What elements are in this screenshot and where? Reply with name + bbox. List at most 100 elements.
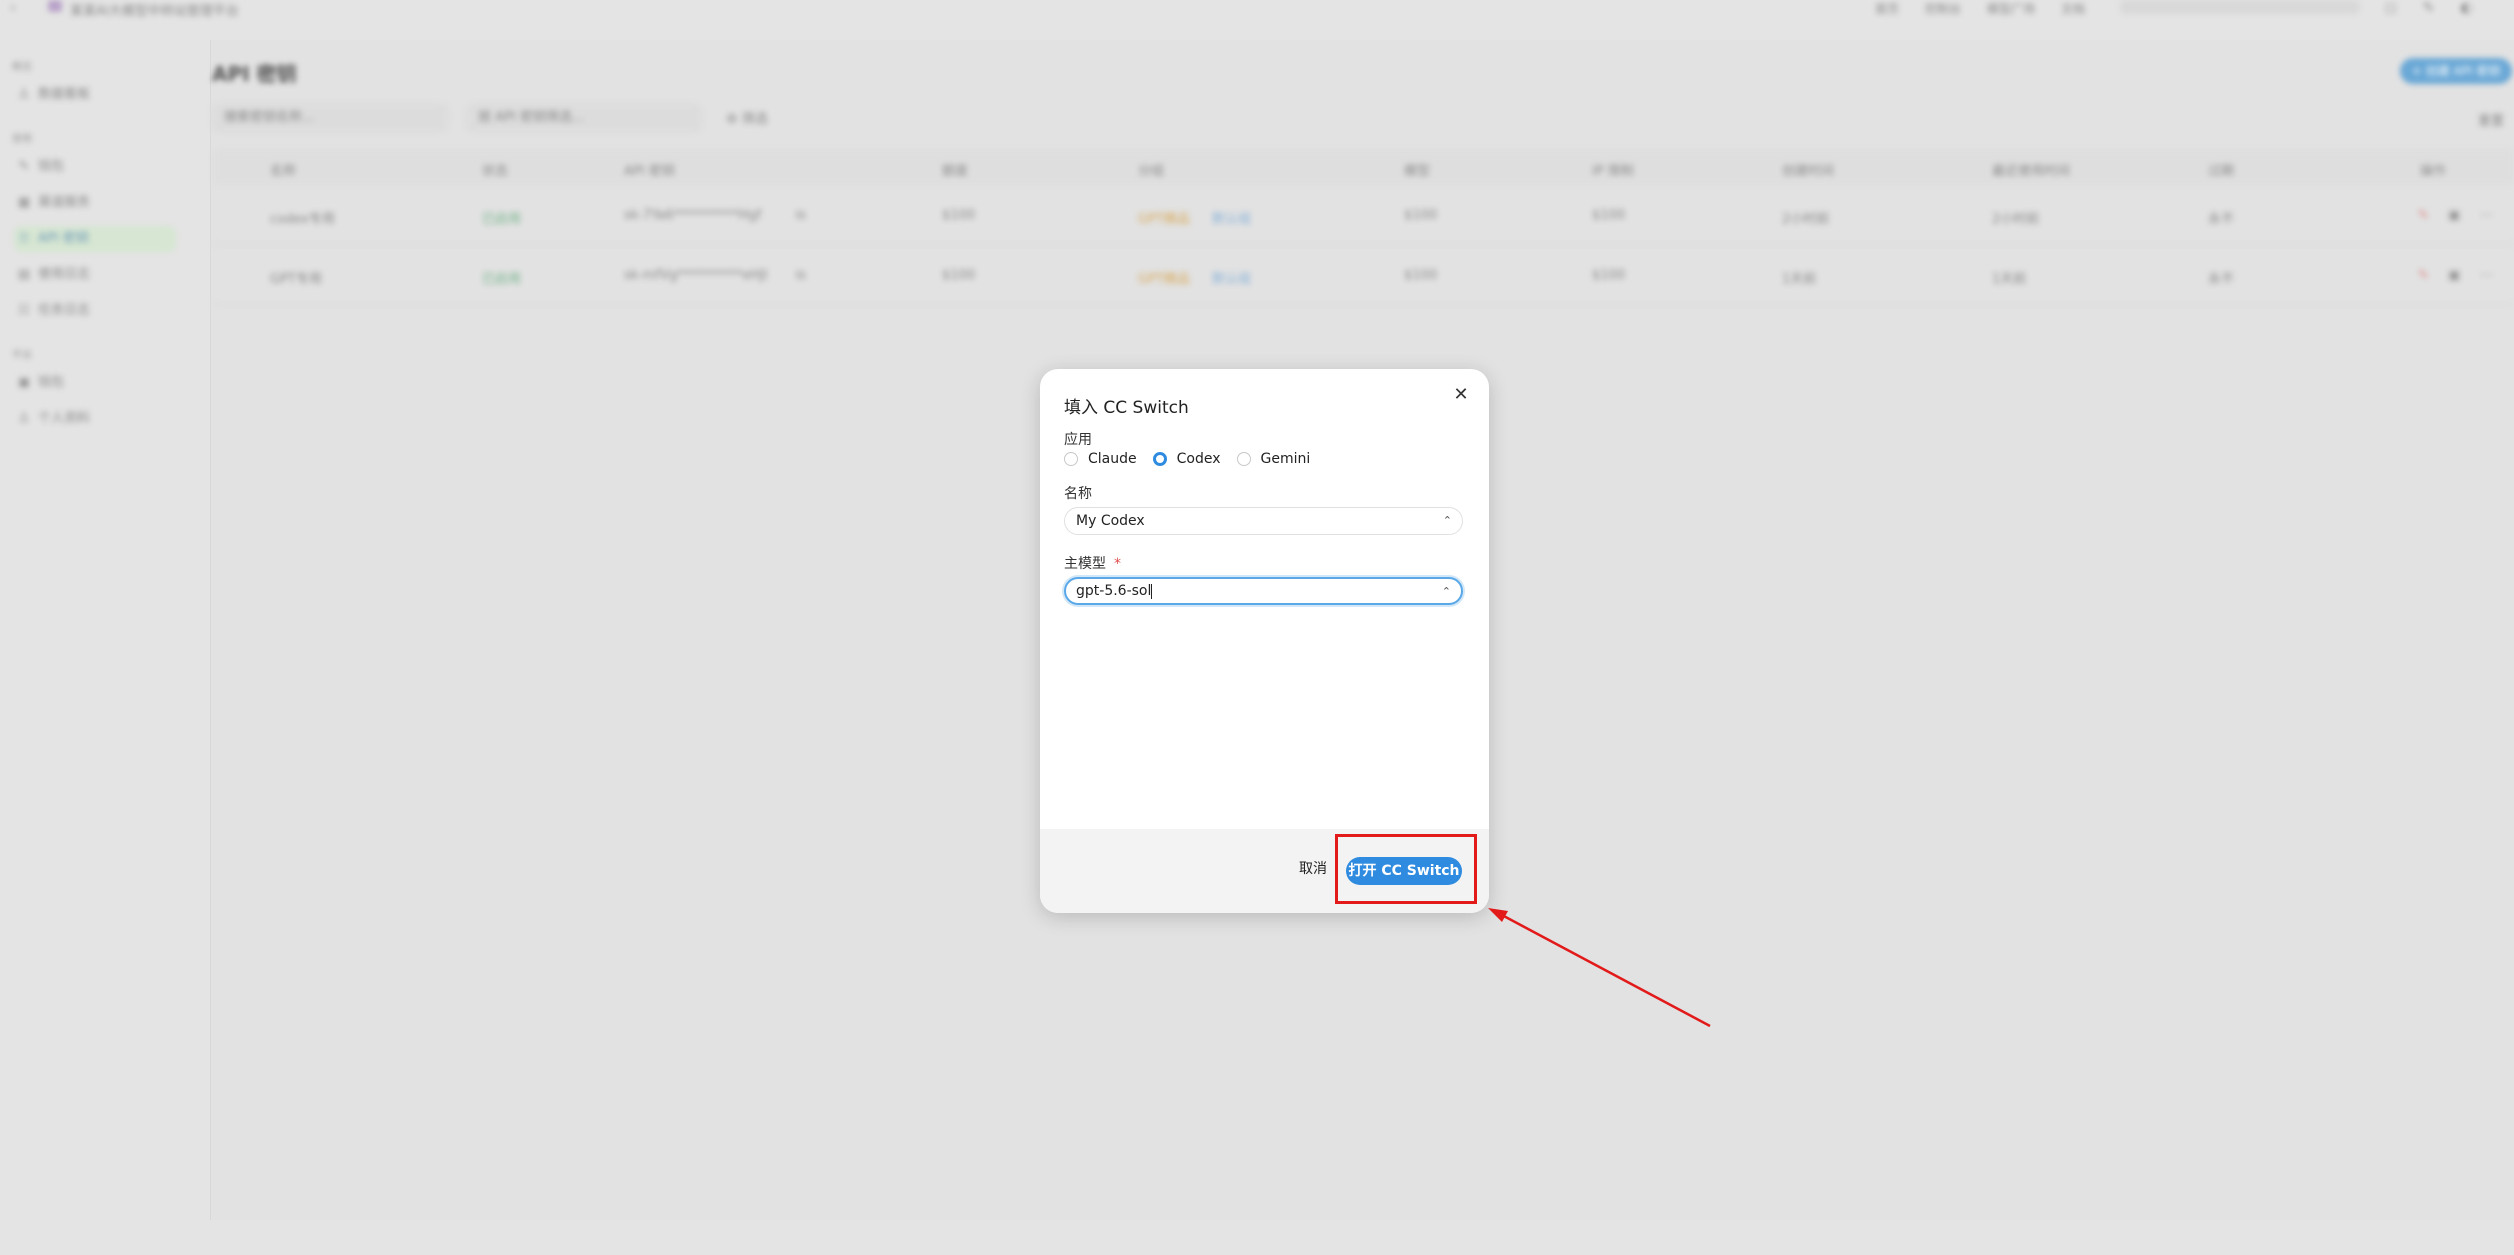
table-header xyxy=(214,150,2514,184)
sidebar-group-label: 概览 xyxy=(12,62,32,73)
name-select[interactable]: My Codex ⌃ xyxy=(1064,507,1463,535)
top-nav-item[interactable]: 文档 xyxy=(2061,0,2085,17)
radio-claude[interactable]: Claude xyxy=(1064,451,1137,467)
log-icon: ▤ xyxy=(17,267,31,282)
radio-codex[interactable]: Codex xyxy=(1152,451,1221,467)
top-nav-item[interactable]: 首页 xyxy=(1875,0,1899,17)
group-badge: GPT精品 xyxy=(1138,212,1190,227)
app-label: 应用 xyxy=(1064,432,1092,448)
group-badge: 默认组 xyxy=(1212,212,1252,227)
key-filter-input[interactable]: 按 API 密钥筛选... xyxy=(466,104,702,132)
dialog-title: 填入 CC Switch xyxy=(1064,398,1189,418)
wallet2-icon: ▣ xyxy=(17,375,31,390)
required-mark: * xyxy=(1114,556,1121,572)
radio-circle xyxy=(1152,452,1167,466)
quota-value: $100 xyxy=(942,208,976,223)
column-header: 最近使用时间 xyxy=(1992,164,2071,179)
copy-icon[interactable]: ⧉ xyxy=(796,208,805,223)
radio-gemini[interactable]: Gemini xyxy=(1236,451,1310,467)
close-icon[interactable]: ✕ xyxy=(1449,383,1473,407)
cc-switch-dialog: 填入 CC Switch ✕ 应用 Claude Codex Gemini 名称… xyxy=(1040,369,1489,913)
server-icon: ▦ xyxy=(17,195,31,210)
created-time: 1天前 xyxy=(1782,272,1817,287)
expire-value: 永不 xyxy=(2208,272,2235,287)
profile-icon: ♙ xyxy=(18,411,30,426)
column-header: 状态 xyxy=(482,164,509,179)
radio-circle xyxy=(1064,452,1078,466)
user-icon: ♙ xyxy=(18,87,30,102)
filter-button[interactable]: ⚙ 筛选 xyxy=(726,108,768,127)
status-badge: 已启用 xyxy=(482,212,522,227)
top-nav-item[interactable]: 控制台 xyxy=(1925,0,1961,17)
filter-icon: ⚙ xyxy=(726,112,742,127)
top-nav-item[interactable]: 模型广场 xyxy=(1987,0,2035,17)
app-name: 某某AI大模型中转站管理平台 xyxy=(70,4,239,19)
ip-value: $100 xyxy=(1592,268,1626,283)
app-logo xyxy=(48,0,62,12)
sidebar-group-label: 使用 xyxy=(12,134,32,145)
reset-link[interactable]: 重置 xyxy=(2478,110,2504,129)
group-badge: GPT精品 xyxy=(1138,272,1190,287)
sidebar-item-channels[interactable]: ▦ 渠道服务 xyxy=(14,190,176,216)
back-icon[interactable]: ‹ xyxy=(10,0,16,16)
wallet-icon: ✎ xyxy=(18,159,30,174)
create-key-button[interactable]: + 创建 API 密钥 xyxy=(2400,58,2512,84)
page-title: API 密钥 xyxy=(212,62,297,86)
status-badge: 已启用 xyxy=(482,272,522,287)
key-icon: ⚿ xyxy=(19,231,29,246)
quota-value: $100 xyxy=(942,268,976,283)
model-value: $100 xyxy=(1404,268,1438,283)
model-combobox[interactable]: gpt-5.6-sol ⌃ xyxy=(1064,577,1463,605)
sidebar-item-api-keys[interactable]: ⚿ API 密钥 xyxy=(14,226,176,252)
top-nav: 首页 控制台 模型广场 文档 xyxy=(1875,0,2085,17)
top-search-input[interactable] xyxy=(2120,0,2360,14)
sidebar-item-task-logs[interactable]: ☷ 任务日志 xyxy=(14,298,176,324)
key-name: GPT专用 xyxy=(270,272,322,287)
language-icon[interactable]: ✎ xyxy=(2423,0,2435,16)
column-header: IP 限制 xyxy=(1592,164,1634,179)
last-used-time: 1天前 xyxy=(1992,272,2027,287)
name-label: 名称 xyxy=(1064,486,1092,502)
column-header: 额度 xyxy=(942,164,969,179)
table-row[interactable] xyxy=(214,186,2514,245)
cc-switch-icon[interactable]: ✎ xyxy=(2418,268,2429,283)
name-filter-input[interactable]: 搜索密钥名称... xyxy=(212,104,448,132)
more-icon[interactable]: ⋯ xyxy=(2480,208,2493,223)
expire-value: 永不 xyxy=(2208,212,2235,227)
copy-icon[interactable]: ⧉ xyxy=(796,268,805,283)
key-name: codex专用 xyxy=(270,212,335,227)
chevron-updown-icon: ⌃ xyxy=(1442,514,1452,527)
sidebar-item-profile[interactable]: ♙ 个人资料 xyxy=(14,406,176,432)
created-time: 2小时前 xyxy=(1782,212,1830,227)
api-key-value: sk-mfVg**********eHJl xyxy=(624,268,768,283)
radio-circle xyxy=(1236,452,1251,466)
highlight-box xyxy=(1335,834,1477,904)
top-icons: ◻ ✎ ◐ xyxy=(2385,0,2473,16)
chevron-updown-icon: ⌃ xyxy=(1441,585,1451,598)
top-bar: ‹ 某某AI大模型中转站管理平台 首页 控制台 模型广场 文档 ◻ ✎ ◐ xyxy=(0,0,2514,20)
sidebar-item-wallet-2[interactable]: ▣ 钱包 xyxy=(14,370,176,396)
cc-switch-icon[interactable]: ✎ xyxy=(2418,208,2429,223)
column-header: 名称 xyxy=(270,164,297,179)
table-row[interactable] xyxy=(214,246,2514,305)
theme-icon[interactable]: ◐ xyxy=(2460,0,2472,16)
column-header: API 密钥 xyxy=(624,164,675,179)
model-label: 主模型 * xyxy=(1064,556,1121,572)
bell-icon[interactable]: ◻ xyxy=(2385,0,2397,16)
sidebar-item-dashboard[interactable]: ♙ 数据看板 xyxy=(14,82,176,108)
edit-icon[interactable]: ▣ xyxy=(2448,268,2460,283)
more-icon[interactable]: ⋯ xyxy=(2480,268,2493,283)
column-header: 分组 xyxy=(1138,164,1165,179)
column-header: 模型 xyxy=(1404,164,1431,179)
ip-value: $100 xyxy=(1592,208,1626,223)
sidebar-item-usage-logs[interactable]: ▤ 使用日志 xyxy=(14,262,176,288)
text-caret xyxy=(1151,583,1153,599)
sidebar-item-wallet[interactable]: ✎ 钱包 xyxy=(14,154,176,180)
model-value: $100 xyxy=(1404,208,1438,223)
column-header: 过期 xyxy=(2208,164,2235,179)
group-badge: 默认组 xyxy=(1212,272,1252,287)
last-used-time: 2小时前 xyxy=(1992,212,2040,227)
cancel-button[interactable]: 取消 xyxy=(1294,857,1332,881)
sidebar-group-label: 平台 xyxy=(12,350,32,361)
edit-icon[interactable]: ▣ xyxy=(2448,208,2460,223)
